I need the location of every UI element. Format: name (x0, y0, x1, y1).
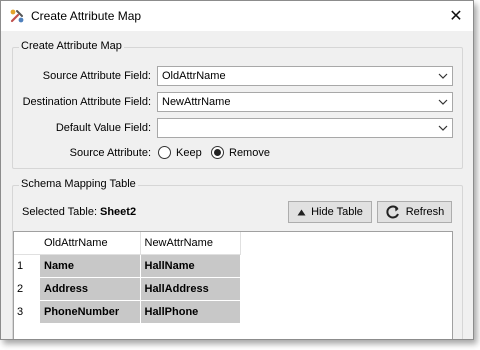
row-number-header (14, 232, 40, 255)
table-cell-new[interactable]: HallAddress (140, 277, 241, 301)
destination-field-label: Destination Attribute Field: (22, 96, 151, 108)
refresh-label: Refresh (405, 206, 445, 218)
table-cell-old[interactable]: Address (40, 277, 141, 301)
table-row[interactable]: 2 Address HallAddress (14, 277, 241, 301)
refresh-button[interactable]: Refresh (377, 201, 452, 223)
close-icon: ✕ (449, 8, 463, 25)
source-field-combo[interactable]: OldAttrName (157, 66, 453, 86)
title-bar: Create Attribute Map ✕ (1, 1, 473, 31)
radio-keep-circle[interactable] (158, 146, 171, 159)
radio-remove-label: Remove (229, 146, 270, 159)
chevron-down-icon (438, 125, 448, 131)
table-cell-new[interactable]: HallName (140, 254, 241, 278)
row-number: 3 (14, 300, 40, 324)
row-number: 1 (14, 254, 40, 278)
default-value-combo[interactable] (157, 118, 453, 138)
refresh-icon (386, 205, 399, 219)
create-attribute-map-dialog: Create Attribute Map ✕ Create Attribute … (0, 0, 474, 340)
attribute-map-group-legend: Create Attribute Map (19, 40, 124, 52)
source-field-value: OldAttrName (162, 70, 226, 82)
hide-table-label: Hide Table (311, 206, 363, 218)
schema-mapping-table[interactable]: OldAttrName NewAttrName 1 Name HallName … (13, 231, 453, 339)
source-attribute-label: Source Attribute: (69, 147, 151, 159)
table-cell-new[interactable]: HallPhone (140, 300, 241, 324)
table-row[interactable]: 1 Name HallName (14, 254, 241, 278)
destination-field-combo[interactable]: NewAttrName (157, 92, 453, 112)
chevron-down-icon (438, 73, 448, 79)
row-number: 2 (14, 277, 40, 301)
radio-keep-label: Keep (176, 146, 202, 159)
table-cell-old[interactable]: Name (40, 254, 141, 278)
window-title: Create Attribute Map (31, 9, 142, 23)
triangle-up-icon (297, 209, 306, 215)
default-value-label: Default Value Field: (55, 122, 151, 134)
column-header-new[interactable]: NewAttrName (140, 232, 241, 255)
attribute-map-icon (9, 8, 25, 24)
chevron-down-icon (438, 99, 448, 105)
selected-table-value: Sheet2 (100, 206, 137, 218)
table-row[interactable]: 3 PhoneNumber HallPhone (14, 300, 241, 324)
close-button[interactable]: ✕ (439, 1, 473, 31)
radio-remove-circle[interactable] (211, 146, 224, 159)
source-field-label: Source Attribute Field: (42, 70, 151, 82)
selected-table-label: Selected Table: (22, 206, 98, 218)
radio-remove[interactable]: Remove (211, 146, 270, 159)
column-header-old[interactable]: OldAttrName (40, 232, 141, 255)
destination-field-value: NewAttrName (162, 96, 231, 108)
table-cell-old[interactable]: PhoneNumber (40, 300, 141, 324)
schema-mapping-group-legend: Schema Mapping Table (19, 178, 138, 190)
mapping-grid: OldAttrName NewAttrName 1 Name HallName … (14, 232, 241, 324)
radio-keep[interactable]: Keep (158, 146, 202, 159)
hide-table-button[interactable]: Hide Table (288, 201, 372, 223)
table-header-row: OldAttrName NewAttrName (14, 232, 241, 255)
